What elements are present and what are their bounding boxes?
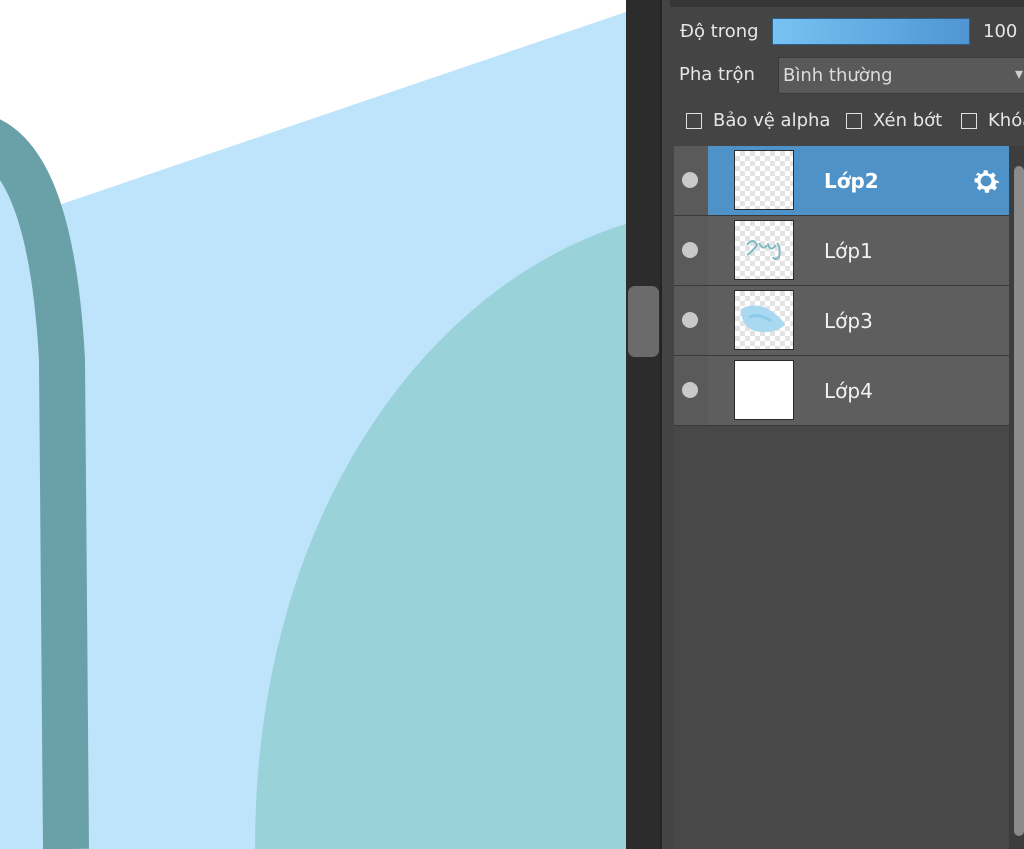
layer-list: Lớp2 Lớp1 Lớp3 Lớp4 [674,146,1009,426]
opacity-value: 100 % [983,21,1024,42]
shape-thumbnail-icon [741,305,785,333]
checkbox-box[interactable] [961,113,977,129]
layer-thumbnail [734,360,794,420]
sketch-thumbnail-icon [746,240,781,260]
checkbox-label: Khóa [988,110,1024,131]
layer-row-lop1[interactable]: Lớp1 [674,216,1009,286]
layer-row-lop3[interactable]: Lớp3 [674,286,1009,356]
drawing-canvas[interactable] [0,0,626,849]
layer-row-lop2[interactable]: Lớp2 [674,146,1009,216]
visibility-icon[interactable] [682,242,698,258]
scrollbar-thumb[interactable] [1014,166,1024,836]
checkbox-label: Bảo vệ alpha [713,110,831,131]
checkbox-box[interactable] [846,113,862,129]
layer-row-lop4[interactable]: Lớp4 [674,356,1009,426]
blend-mode-value: Bình thường [783,65,893,86]
chevron-down-icon: ▾ [1015,64,1024,83]
opacity-label: Độ trong [680,21,759,42]
clipping-checkbox[interactable]: Xén bớt [846,110,956,134]
divider-handle[interactable] [628,286,659,357]
layer-name: Lớp1 [824,239,873,263]
layer-name: Lớp4 [824,379,873,403]
lock-checkbox[interactable]: Khóa [961,110,1024,134]
layer-thumbnail [734,290,794,350]
visibility-icon[interactable] [682,172,698,188]
checkbox-box[interactable] [686,113,702,129]
panel-top-strip [670,0,1024,7]
gear-icon[interactable] [969,164,1003,198]
layer-thumbnail [734,220,794,280]
blend-label: Pha trộn [679,64,755,85]
blend-mode-select[interactable]: Bình thường ▾ [778,57,1024,94]
layer-name: Lớp3 [824,309,873,333]
protect-alpha-checkbox[interactable]: Bảo vệ alpha [686,110,836,134]
canvas-artwork [0,0,626,849]
checkbox-label: Xén bớt [873,110,943,131]
layer-list-empty-area [674,426,1009,849]
layer-panel: Độ trong 100 % Pha trộn Bình thường ▾ Bả… [662,0,1024,849]
layer-name: Lớp2 [824,169,879,193]
visibility-icon[interactable] [682,382,698,398]
layer-thumbnail [734,150,794,210]
visibility-icon[interactable] [682,312,698,328]
opacity-slider[interactable] [772,18,970,45]
panel-divider[interactable] [626,0,660,849]
